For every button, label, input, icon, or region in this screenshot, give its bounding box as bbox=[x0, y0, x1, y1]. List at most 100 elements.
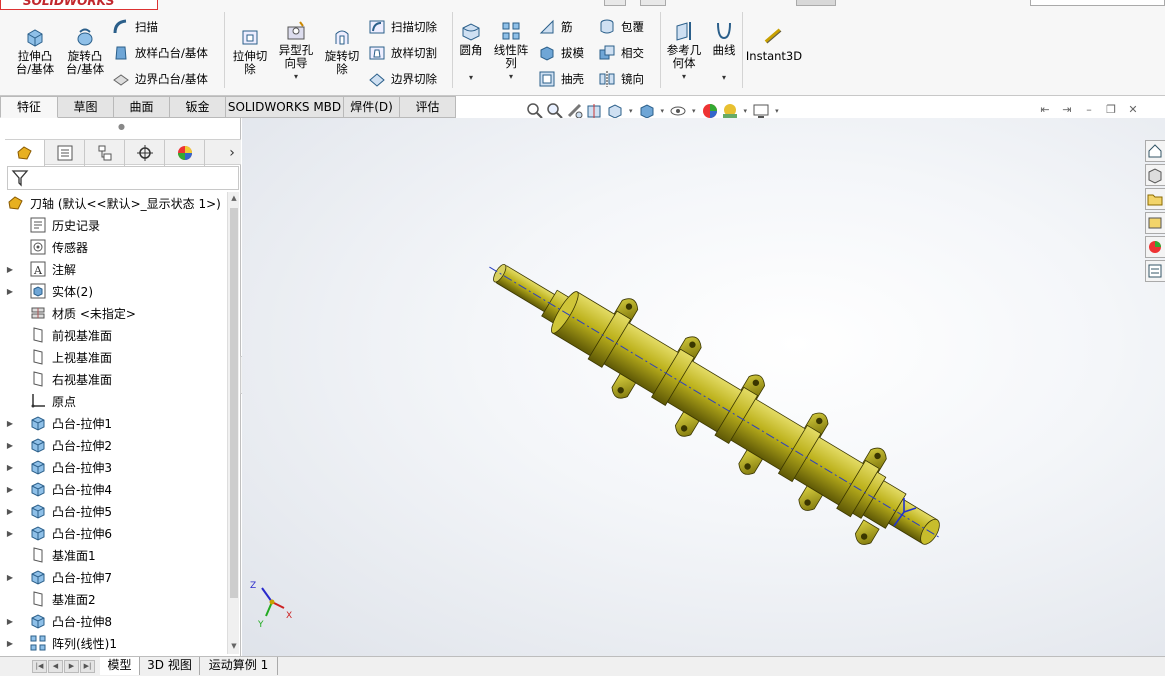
property-manager-tab[interactable] bbox=[45, 140, 85, 166]
minimize-icon[interactable]: – bbox=[1082, 103, 1096, 117]
panel-split-handle[interactable]: ● bbox=[118, 122, 125, 131]
display-manager-tab[interactable] bbox=[165, 140, 205, 166]
expand-arrow-icon[interactable]: ▶ bbox=[5, 265, 15, 274]
quick-access-button[interactable] bbox=[796, 0, 836, 6]
tab-sheet-metal[interactable]: 钣金 bbox=[170, 96, 226, 118]
quick-access-button[interactable] bbox=[604, 0, 626, 6]
swept-cut-button[interactable]: 扫描切除 bbox=[368, 16, 437, 38]
shaft-model[interactable] bbox=[466, 228, 963, 577]
tree-item[interactable]: ▶ 凸台-拉伸7 bbox=[5, 566, 227, 588]
last-tab-icon[interactable]: ▶| bbox=[80, 660, 95, 673]
home-icon[interactable] bbox=[1145, 140, 1165, 162]
tree-item[interactable]: ▶ 凸台-拉伸6 bbox=[5, 522, 227, 544]
expand-arrow-icon[interactable]: ▶ bbox=[5, 485, 15, 494]
collapse-left-icon[interactable]: ⇤ bbox=[1038, 103, 1052, 117]
tab-sketch[interactable]: 草图 bbox=[58, 96, 114, 118]
custom-properties-icon[interactable] bbox=[1145, 260, 1165, 282]
extrude-boss-button[interactable]: 拉伸凸 台/基体 bbox=[12, 26, 58, 76]
design-library-icon[interactable] bbox=[1145, 164, 1165, 186]
collapse-right-icon[interactable]: ⇥ bbox=[1060, 103, 1074, 117]
expand-arrow-icon[interactable]: ▶ bbox=[5, 419, 15, 428]
first-tab-icon[interactable]: |◀ bbox=[32, 660, 47, 673]
tab-weldments[interactable]: 焊件(D) bbox=[344, 96, 400, 118]
next-tab-icon[interactable]: ▶ bbox=[64, 660, 79, 673]
reference-geometry-button[interactable]: 参考几 何体 ▾ bbox=[664, 20, 704, 83]
apply-scene-caret[interactable]: ▾ bbox=[744, 107, 748, 115]
tree-item[interactable]: 前视基准面 bbox=[5, 324, 227, 346]
dropdown-caret[interactable]: ▾ bbox=[682, 70, 686, 83]
boundary-boss-button[interactable]: 边界凸台/基体 bbox=[112, 68, 208, 90]
dropdown-caret[interactable]: ▾ bbox=[469, 71, 473, 84]
curves-button[interactable]: 曲线 ▾ bbox=[708, 20, 740, 84]
expand-arrow-icon[interactable]: ▶ bbox=[5, 639, 15, 648]
dropdown-caret[interactable]: ▾ bbox=[722, 71, 726, 84]
tab-motion-study[interactable]: 运动算例 1 bbox=[200, 657, 278, 675]
instant3d-button[interactable]: Instant3D bbox=[746, 26, 802, 63]
sweep-button[interactable]: 扫描 bbox=[112, 16, 158, 38]
tab-surfaces[interactable]: 曲面 bbox=[114, 96, 170, 118]
dropdown-caret[interactable]: ▾ bbox=[509, 70, 513, 83]
tab-evaluate[interactable]: 评估 bbox=[400, 96, 456, 118]
configuration-manager-tab[interactable] bbox=[85, 140, 125, 166]
dropdown-caret[interactable]: ▾ bbox=[294, 70, 298, 83]
tree-item[interactable]: ▶ A 注解 bbox=[5, 258, 227, 280]
tree-item[interactable]: ▶ 凸台-拉伸2 bbox=[5, 434, 227, 456]
tree-item[interactable]: 传感器 bbox=[5, 236, 227, 258]
expand-arrow-icon[interactable]: ▶ bbox=[5, 573, 15, 582]
expand-arrow-icon[interactable]: ▶ bbox=[5, 287, 15, 296]
appearances-icon[interactable] bbox=[1145, 236, 1165, 258]
tree-item[interactable]: ▶ 阵列(线性)1 bbox=[5, 632, 227, 654]
hole-wizard-button[interactable]: 异型孔 向导 ▾ bbox=[274, 20, 318, 83]
tab-3d-view[interactable]: 3D 视图 bbox=[140, 657, 200, 675]
tree-item[interactable]: 上视基准面 bbox=[5, 346, 227, 368]
tree-item[interactable]: 基准面2 bbox=[5, 588, 227, 610]
scrollbar-thumb[interactable] bbox=[230, 208, 238, 598]
tab-model[interactable]: 模型 bbox=[100, 657, 140, 675]
tree-item[interactable]: ▶ 实体(2) bbox=[5, 280, 227, 302]
hide-show-caret[interactable]: ▾ bbox=[692, 107, 696, 115]
tree-item[interactable]: 历史记录 bbox=[5, 214, 227, 236]
file-explorer-icon[interactable] bbox=[1145, 188, 1165, 210]
scroll-down-icon[interactable]: ▼ bbox=[228, 642, 240, 650]
wrap-button[interactable]: 包覆 bbox=[598, 16, 644, 38]
draft-button[interactable]: 拔模 bbox=[538, 42, 584, 64]
tree-item[interactable]: 原点 bbox=[5, 390, 227, 412]
expand-arrow-icon[interactable]: ▶ bbox=[5, 529, 15, 538]
expand-arrow-icon[interactable]: ▶ bbox=[5, 463, 15, 472]
tab-mbd[interactable]: SOLIDWORKS MBD bbox=[226, 96, 344, 118]
previous-tab-icon[interactable]: ◀ bbox=[48, 660, 63, 673]
tree-item[interactable]: ▶ 凸台-拉伸5 bbox=[5, 500, 227, 522]
tree-item[interactable]: ▶ 凸台-拉伸4 bbox=[5, 478, 227, 500]
tree-filter-bar[interactable] bbox=[7, 166, 239, 190]
fillet-button[interactable]: 圆角 ▾ bbox=[456, 20, 486, 84]
revolve-cut-button[interactable]: 旋转切 除 bbox=[320, 26, 364, 76]
view-settings-caret[interactable]: ▾ bbox=[775, 107, 779, 115]
restore-icon[interactable]: ❐ bbox=[1104, 103, 1118, 117]
loft-boss-button[interactable]: 放样凸台/基体 bbox=[112, 42, 208, 64]
search-box[interactable] bbox=[1030, 0, 1165, 6]
view-orientation-caret[interactable]: ▾ bbox=[629, 107, 633, 115]
tree-scrollbar[interactable]: ▲ ▼ bbox=[227, 192, 239, 654]
mirror-button[interactable]: 镜向 bbox=[598, 68, 644, 90]
intersect-button[interactable]: 相交 bbox=[598, 42, 644, 64]
tree-item[interactable]: 右视基准面 bbox=[5, 368, 227, 390]
graphics-viewport[interactable]: Z X Y bbox=[242, 118, 1165, 656]
feature-manager-tab[interactable] bbox=[5, 140, 45, 166]
tree-item[interactable]: 材质 <未指定> bbox=[5, 302, 227, 324]
quick-access-button[interactable] bbox=[640, 0, 666, 6]
expand-arrow-icon[interactable]: ▶ bbox=[5, 507, 15, 516]
lofted-cut-button[interactable]: 放样切割 bbox=[368, 42, 437, 64]
linear-pattern-button[interactable]: 线性阵 列 ▾ bbox=[490, 20, 532, 83]
expand-arrow-icon[interactable]: ▶ bbox=[5, 617, 15, 626]
more-tabs-chevron-icon[interactable]: › bbox=[223, 140, 241, 164]
tree-item[interactable]: ▶ 凸台-拉伸8 bbox=[5, 610, 227, 632]
solidworks-logo[interactable]: SOLIDWORKS bbox=[0, 0, 158, 10]
tree-item[interactable]: ▶ 凸台-拉伸1 bbox=[5, 412, 227, 434]
dimxpert-manager-tab[interactable] bbox=[125, 140, 165, 166]
revolve-boss-button[interactable]: 旋转凸 台/基体 bbox=[62, 26, 108, 76]
shell-button[interactable]: 抽壳 bbox=[538, 68, 584, 90]
close-icon[interactable]: ✕ bbox=[1126, 103, 1140, 117]
extrude-cut-button[interactable]: 拉伸切 除 bbox=[228, 26, 272, 76]
rib-button[interactable]: 筋 bbox=[538, 16, 573, 38]
tree-root-part[interactable]: 刀轴 (默认<<默认>_显示状态 1>) bbox=[5, 192, 227, 214]
